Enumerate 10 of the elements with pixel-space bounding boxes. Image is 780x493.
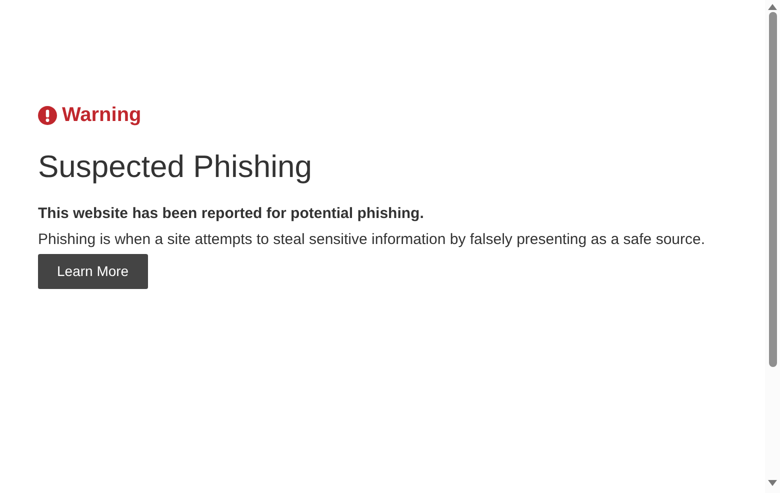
learn-more-button[interactable]: Learn More bbox=[38, 254, 148, 290]
warning-summary: This website has been reported for potential phishing. bbox=[38, 204, 425, 224]
scrollbar-thumb[interactable] bbox=[768, 12, 776, 367]
phishing-description: Phishing is when a site attempts to steal sensitive information by falsely presenting as a safe source. bbox=[38, 230, 706, 250]
scrollbar[interactable] bbox=[765, 0, 780, 493]
warning-label: Warning bbox=[62, 103, 142, 128]
page-heading: Suspected Phishing bbox=[38, 148, 314, 186]
exclamation-icon bbox=[38, 106, 57, 124]
scroll-down-icon[interactable] bbox=[768, 480, 777, 486]
scroll-up-icon[interactable] bbox=[768, 4, 777, 10]
